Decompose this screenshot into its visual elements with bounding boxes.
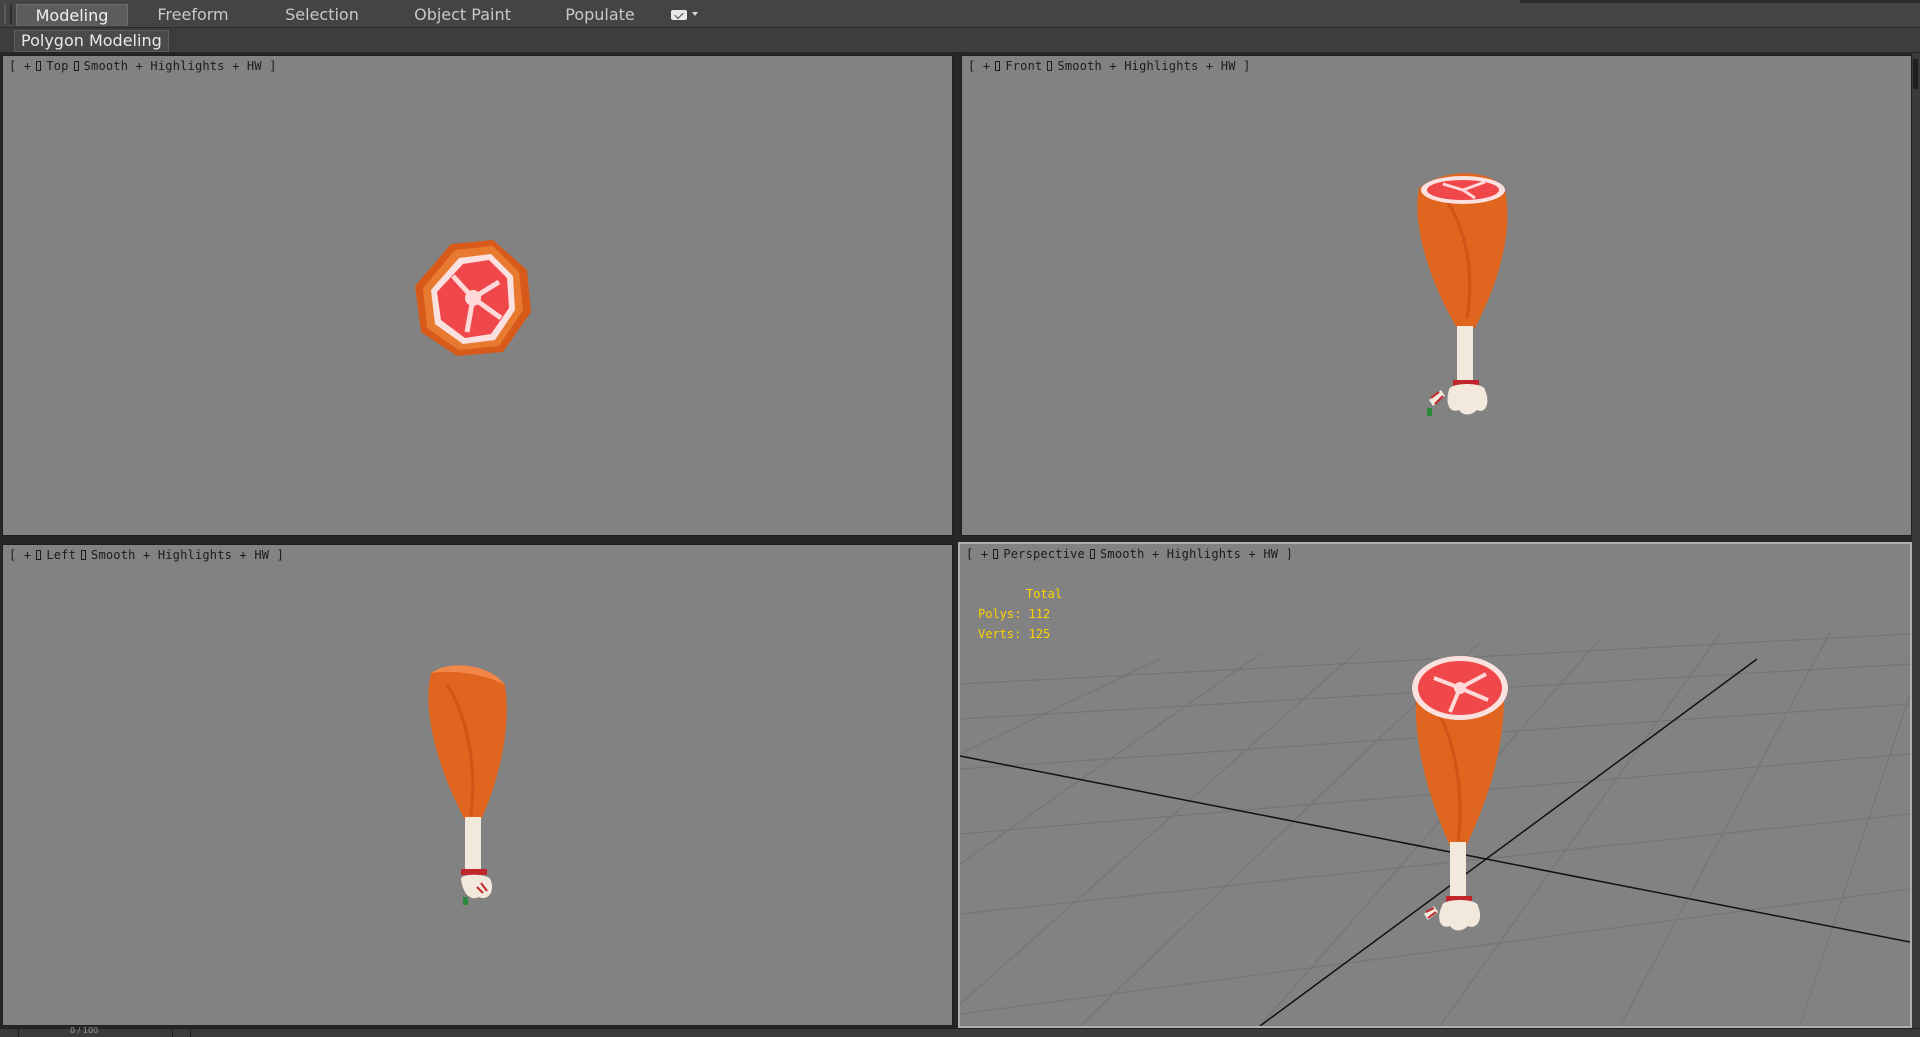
label-separator [36, 61, 42, 71]
viewport-left[interactable]: [ + Left Smooth + Highlights + HW ] [2, 544, 953, 1026]
label-separator [995, 61, 1001, 71]
scrollbar-thumb[interactable] [1913, 59, 1918, 89]
label-separator [993, 549, 999, 559]
label-open-bracket: [ [9, 548, 17, 562]
viewport-point-of-view-menu[interactable]: Perspective [1003, 547, 1085, 561]
label-open-bracket: [ [966, 547, 974, 561]
label-close-bracket: ] [1243, 59, 1251, 73]
stats-polys: Polys: 112 [978, 607, 1051, 621]
stats-verts: Verts: 125 [978, 627, 1051, 641]
tab-freeform[interactable]: Freeform [146, 4, 240, 26]
ribbon-options-icon[interactable] [671, 8, 701, 22]
viewport-point-of-view-menu[interactable]: Front [1005, 59, 1042, 73]
label-separator [1089, 549, 1095, 559]
viewport-shading-menu[interactable]: Smooth + Highlights + HW [1057, 59, 1235, 73]
viewport-label-top: [ + Top Smooth + Highlights + HW ] [9, 59, 277, 73]
time-slider-readout[interactable]: 0 / 100 [70, 1026, 98, 1035]
label-close-bracket: ] [276, 548, 285, 562]
viewport-label-perspective: [ + Perspective Smooth + Highlights + HW ] [966, 547, 1293, 561]
viewport-front[interactable]: [ + Front Smooth + Highlights + HW ] [961, 55, 1912, 536]
statistics-overlay: Total Polys: 112 Verts: 125 [978, 584, 1062, 644]
viewport-general-menu[interactable]: + [983, 59, 990, 73]
viewport-shading-menu[interactable]: Smooth + Highlights + HW [1100, 547, 1278, 561]
tab-selection[interactable]: Selection [272, 4, 372, 26]
label-separator [36, 550, 42, 560]
label-close-bracket: ] [1285, 547, 1294, 561]
tab-object-paint[interactable]: Object Paint [405, 4, 520, 26]
ribbon-tab-bar: Modeling Freeform Selection Object Paint… [0, 0, 1920, 28]
polygon-modeling-panel-button[interactable]: Polygon Modeling [14, 30, 169, 52]
label-open-bracket: [ [9, 59, 17, 73]
viewport-area: [ + Top Smooth + Highlights + HW ] [ + Fron… [0, 53, 1920, 1028]
viewport-top[interactable]: [ + Top Smooth + Highlights + HW ] [2, 55, 953, 536]
viewport-point-of-view-menu[interactable]: Left [46, 548, 76, 562]
viewport-general-menu[interactable]: + [24, 59, 31, 73]
viewport-label-front: [ + Front Smooth + Highlights + HW ] [968, 59, 1251, 73]
ribbon-options-box-icon [671, 10, 687, 20]
right-scrollbar[interactable] [1912, 53, 1920, 1028]
dropdown-arrow-icon [692, 12, 698, 16]
viewport-label-left: [ + Left Smooth + Highlights + HW ] [9, 548, 284, 562]
meat-top-view[interactable] [409, 236, 535, 362]
ribbon-panel: Polygon Modeling [0, 28, 1920, 53]
drumstick-perspective-view[interactable] [1400, 656, 1520, 936]
viewport-shading-menu[interactable]: Smooth + Highlights + HW [91, 548, 269, 562]
viewport-perspective[interactable]: [ + Perspective Smooth + Highlights + HW ]… [958, 542, 1912, 1028]
viewport-point-of-view-menu[interactable]: Top [46, 59, 68, 73]
label-close-bracket: ] [269, 59, 277, 73]
label-open-bracket: [ [968, 59, 976, 73]
ribbon-grip[interactable] [4, 4, 12, 24]
label-separator [1047, 61, 1053, 71]
stats-total-label: Total [1026, 587, 1063, 601]
tab-modeling[interactable]: Modeling [16, 4, 128, 26]
label-separator [81, 550, 87, 560]
drumstick-left-view[interactable] [421, 655, 521, 925]
tab-populate[interactable]: Populate [555, 4, 645, 26]
label-separator [73, 61, 79, 71]
viewport-general-menu[interactable]: + [24, 548, 31, 562]
drumstick-front-view[interactable] [1405, 168, 1535, 438]
ribbon-top-line [1520, 0, 1920, 3]
viewport-general-menu[interactable]: + [981, 547, 988, 561]
viewport-shading-menu[interactable]: Smooth + Highlights + HW [84, 59, 262, 73]
